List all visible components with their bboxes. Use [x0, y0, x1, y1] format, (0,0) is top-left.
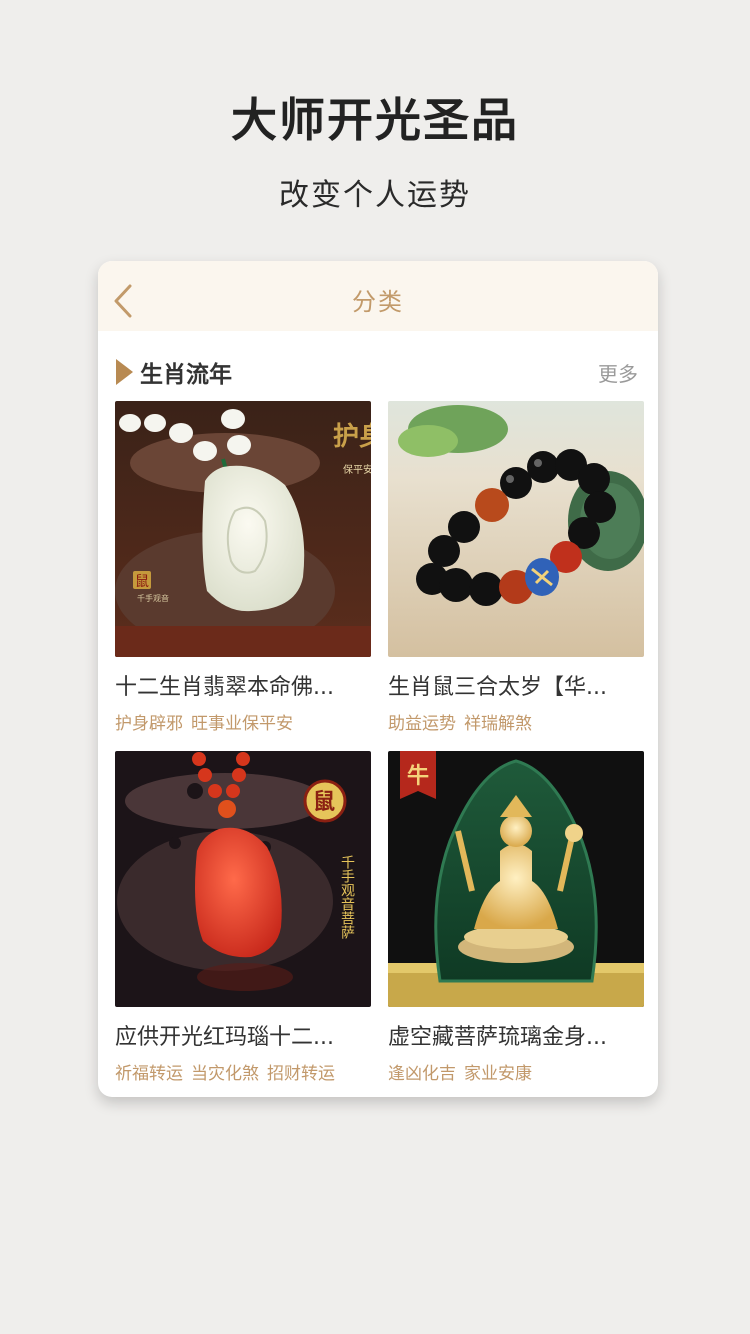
phone-screen-card: 分类 生肖流年 更多 护 保平安 鼠 千手观音 十二生肖翡翠本命佛... 护身辟…: [98, 261, 658, 1097]
product-name[interactable]: 十二生肖翡翠本命佛...: [115, 669, 371, 701]
nav-header: 分类: [98, 261, 658, 331]
tag: 逢凶化吉: [388, 1064, 456, 1084]
tag: 旺事业保平安: [191, 714, 293, 734]
hero-title: 大师开光圣品: [231, 93, 519, 147]
page-title: 分类: [352, 288, 404, 316]
product-card[interactable]: 生肖鼠三合太岁【华... 助益运势 祥瑞解煞: [388, 401, 644, 734]
tag: 祥瑞解煞: [464, 714, 532, 734]
product-name[interactable]: 生肖鼠三合太岁【华...: [388, 669, 644, 701]
triangle-marker-icon: [116, 359, 133, 385]
badge-text: 鼠: [313, 789, 335, 815]
tag: 招财转运: [267, 1064, 335, 1084]
badge-text: 护身: [333, 421, 371, 452]
zodiac-label: 鼠: [135, 574, 149, 590]
more-link[interactable]: 更多: [598, 358, 638, 387]
tag: 助益运势: [388, 714, 456, 734]
product-name[interactable]: 虚空藏菩萨琉璃金身...: [388, 1019, 644, 1051]
product-card[interactable]: 护身 保平安 鼠 千手观音 十二生肖翡翠本命佛... 护身辟邪旺事业保平安: [115, 401, 371, 734]
section-title: 生肖流年: [140, 362, 232, 388]
product-tags: 逢凶化吉 家业安康: [388, 1059, 644, 1084]
product-card[interactable]: 牛 虚空藏菩萨琉璃金身... 逢凶化吉 家业安康: [388, 751, 644, 1084]
product-tags: 助益运势 祥瑞解煞: [388, 709, 644, 734]
hero-subtitle: 改变个人运势: [279, 178, 471, 213]
product-tags: 护身辟邪 旺事业保平安: [115, 709, 371, 734]
tag: 当灾化煞: [191, 1064, 259, 1084]
product-image-bead-bracelet[interactable]: [388, 401, 644, 657]
side-caption: 千手观音菩萨: [339, 855, 355, 939]
side-caption: 千手观音: [137, 593, 169, 603]
product-image-jade-pendant[interactable]: 护身 保平安 鼠 千手观音: [115, 401, 371, 657]
badge-small-text: 保平安: [343, 463, 371, 476]
tag: 祈福转运: [115, 1064, 183, 1084]
product-tags: 祈福转运 当灾化煞 招财转运: [115, 1059, 371, 1084]
product-card[interactable]: 鼠 千手观音菩萨 应供开光红玛瑙十二... 祈福转运 当灾化煞 招财转运: [115, 751, 371, 1084]
product-image-glass-bodhisattva[interactable]: 牛: [388, 751, 644, 1007]
product-image-red-agate-pendant[interactable]: 鼠 千手观音菩萨: [115, 751, 371, 1007]
tag: 护身辟邪: [115, 714, 183, 734]
badge-text: 牛: [407, 763, 429, 789]
tag: 家业安康: [464, 1064, 532, 1084]
product-name[interactable]: 应供开光红玛瑙十二...: [115, 1019, 371, 1051]
